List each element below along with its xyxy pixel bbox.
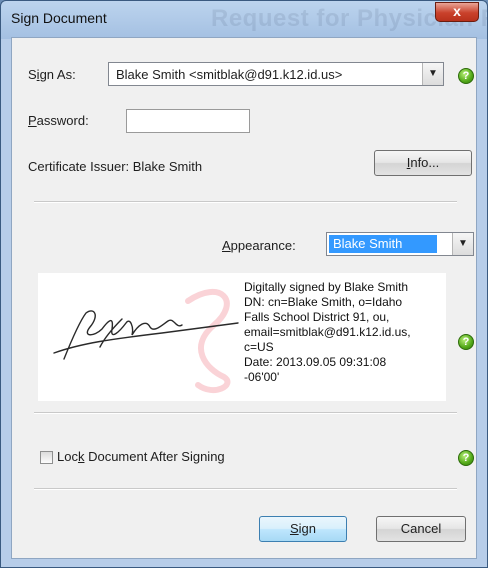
lock-document-checkbox[interactable] xyxy=(40,451,53,464)
chevron-down-icon[interactable]: ▼ xyxy=(452,233,473,255)
separator xyxy=(34,412,457,414)
title-bar[interactable]: Request for Physician Refe Sign Document… xyxy=(1,1,488,37)
help-icon[interactable]: ? xyxy=(458,334,474,350)
handwritten-signature xyxy=(53,310,239,360)
separator xyxy=(34,201,457,203)
chevron-down-icon[interactable]: ▼ xyxy=(422,63,443,85)
appearance-dropdown[interactable]: Blake Smith ▼ xyxy=(326,232,474,256)
dialog-body: Sign As: Blake Smith <smitblak@d91.k12.i… xyxy=(11,37,477,559)
appearance-label: Appearance: xyxy=(222,238,296,253)
close-button[interactable]: x xyxy=(435,2,479,22)
dialog-title: Sign Document xyxy=(11,10,107,26)
password-field[interactable] xyxy=(126,109,250,133)
appearance-value: Blake Smith xyxy=(329,235,437,253)
cancel-button[interactable]: Cancel xyxy=(376,516,466,542)
lock-document-label[interactable]: Lock Document After Signing xyxy=(57,449,225,464)
close-icon: x xyxy=(453,3,461,19)
sign-as-label: Sign As: xyxy=(28,67,76,82)
help-icon[interactable]: ? xyxy=(458,450,474,466)
signature-details: Digitally signed by Blake Smith DN: cn=B… xyxy=(244,280,411,384)
sign-document-dialog: Request for Physician Refe Sign Document… xyxy=(0,0,488,568)
info-button[interactable]: Info... xyxy=(374,150,472,176)
sign-as-value: Blake Smith <smitblak@d91.k12.id.us> xyxy=(116,67,343,82)
certificate-issuer: Certificate Issuer: Blake Smith xyxy=(28,159,203,174)
sign-as-dropdown[interactable]: Blake Smith <smitblak@d91.k12.id.us> ▼ xyxy=(108,62,444,86)
sign-button[interactable]: Sign xyxy=(259,516,347,542)
help-icon[interactable]: ? xyxy=(458,68,474,84)
signature-preview: Digitally signed by Blake Smith DN: cn=B… xyxy=(38,273,446,401)
separator xyxy=(34,488,457,490)
password-label: Password: xyxy=(28,113,89,128)
